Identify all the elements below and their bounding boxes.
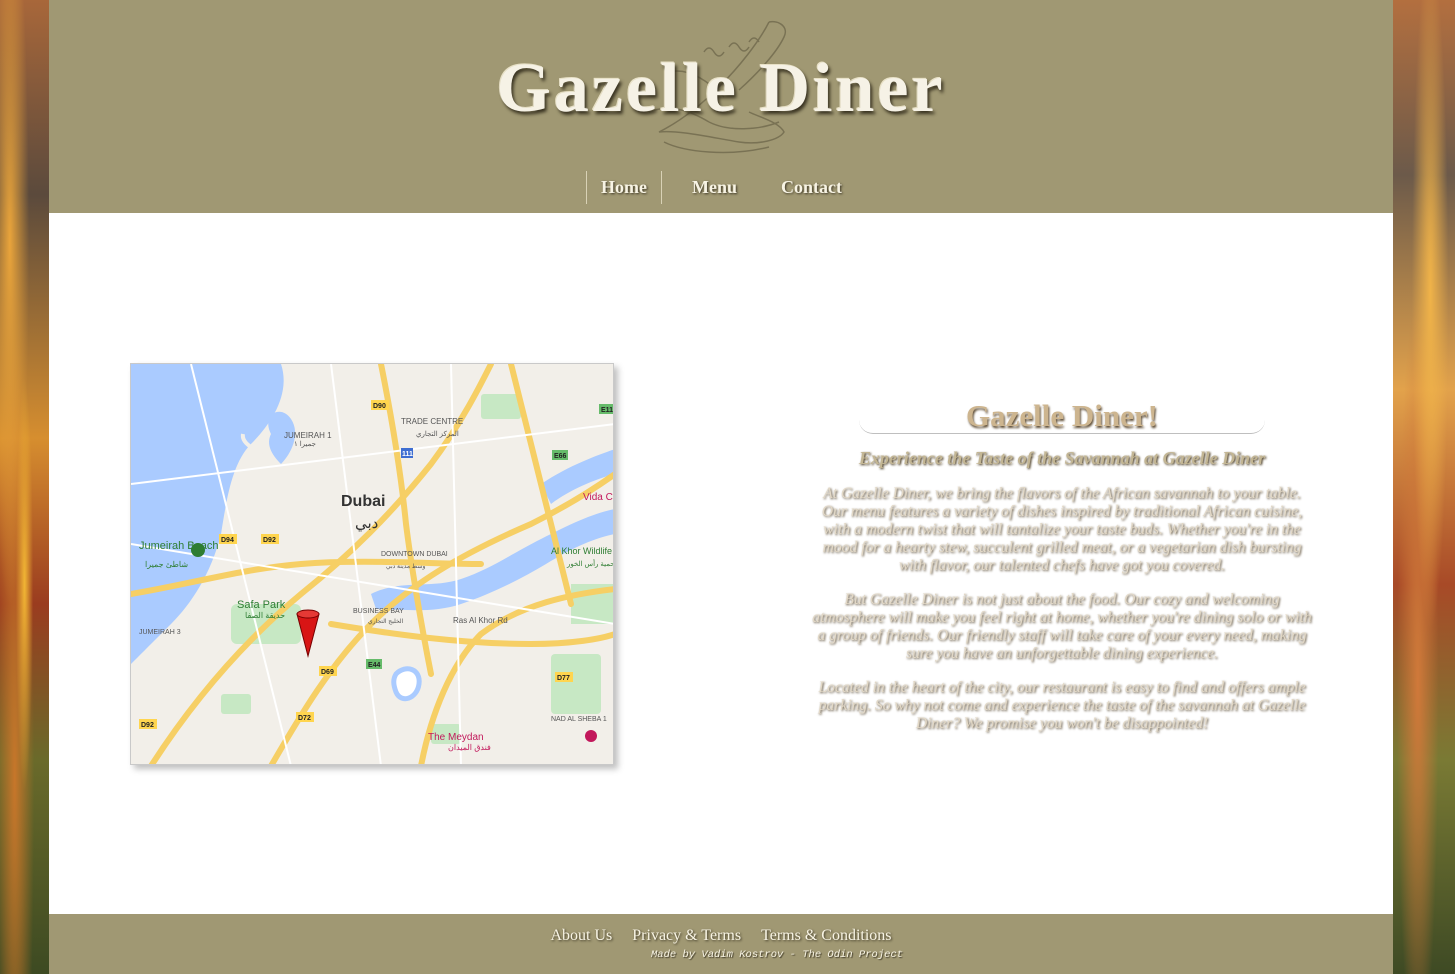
footer-link-terms[interactable]: Terms & Conditions [761,927,891,945]
map-label-trade-centre: TRADE CENTRE [401,417,463,426]
site-header: Gazelle Diner Home Menu Contact [49,0,1393,213]
intro-paragraph: At Gazelle Diner, we bring the flavors o… [821,485,1303,574]
section-subtitle: Experience the Taste of the Savannah at … [858,448,1266,468]
main-content: Dubai دبي JUMEIRAH 1 جميرا ١ TRADE CENTR… [49,213,1393,914]
map-label-dubai: Dubai [341,493,385,510]
footer-credit: Made by Vadim Kostrov - The Odin Project [651,949,904,961]
map-label-jumeirah-beach: Jumeirah Beach [139,540,219,552]
map-road-e44: E44 [368,662,381,669]
map-label-jumeirah-beach-ar: شاطئ جميرا [145,560,188,569]
map-label-meydan: The Meydan [428,732,484,743]
map-label-meydan-ar: فندق الميدان [448,743,491,752]
map-road-d90: D90 [373,403,386,410]
footer-links: About Us Privacy & Terms Terms & Conditi… [49,927,1393,945]
park-pin-icon [191,543,205,557]
location-map[interactable]: Dubai دبي JUMEIRAH 1 جميرا ١ TRADE CENTR… [130,363,614,765]
map-road-d92b: D92 [141,722,154,729]
map-label-jumeirah1-ar: جميرا ١ [294,440,316,448]
footer-link-about[interactable]: About Us [550,927,612,945]
map-label-safa-park: Safa Park [237,599,286,611]
site-logo[interactable]: Gazelle Diner [49,10,1393,160]
hotel-pin-icon [585,730,597,742]
map-label-nad-al-sheba: NAD AL SHEBA 1 [551,716,607,723]
map-label-business-bay-ar: الخليج التجاري [368,618,404,625]
map-label-ras-al-khor: Ras Al Khor Rd [453,616,508,625]
map-label-vida: Vida C [583,492,613,503]
map-road-d92: D92 [263,537,276,544]
map-road-d77: D77 [557,675,570,682]
map-label-downtown-ar: وسط مدينة دبي [386,563,425,570]
main-nav: Home Menu Contact [49,171,1393,204]
nav-contact[interactable]: Contact [767,171,856,204]
about-section: Gazelle Diner! Experience the Taste of t… [809,398,1315,733]
map-label-jumeirah1: JUMEIRAH 1 [284,431,332,440]
map-road-e11: E11 [601,407,613,414]
map-label-dubai-ar: دبي [355,515,378,532]
map-label-jumeirah3: JUMEIRAH 3 [139,629,181,636]
map-canvas: Dubai دبي JUMEIRAH 1 جميرا ١ TRADE CENTR… [131,364,614,764]
atmosphere-paragraph: But Gazelle Diner is not just about the … [812,591,1312,662]
section-title: Gazelle Diner! [859,398,1265,434]
map-label-wildlife: Al Khor Wildlife Sanc [551,546,614,556]
footer-link-privacy[interactable]: Privacy & Terms [632,927,741,945]
map-road-e66: E66 [554,453,567,460]
map-label-trade-centre-ar: المركز التجاري [416,430,459,438]
site-footer: About Us Privacy & Terms Terms & Conditi… [49,914,1393,974]
page-container: Gazelle Diner Home Menu Contact Dubai دب… [49,0,1393,974]
nav-home[interactable]: Home [586,171,662,204]
map-label-safa-park-ar: حديقة الصفا [245,611,285,620]
map-label-business-bay: BUSINESS BAY [353,608,404,615]
map-label-downtown: DOWNTOWN DUBAI [381,551,448,558]
site-title: Gazelle Diner [496,50,946,127]
map-road-d94: D94 [221,537,234,544]
map-road-d69: D69 [321,669,334,676]
map-road-d72: D72 [298,715,311,722]
background-landscape-right [1393,0,1455,974]
background-landscape-left [0,0,49,974]
map-road-111: 111 [402,451,413,458]
location-paragraph: Located in the heart of the city, our re… [818,679,1306,732]
nav-menu[interactable]: Menu [678,171,751,204]
